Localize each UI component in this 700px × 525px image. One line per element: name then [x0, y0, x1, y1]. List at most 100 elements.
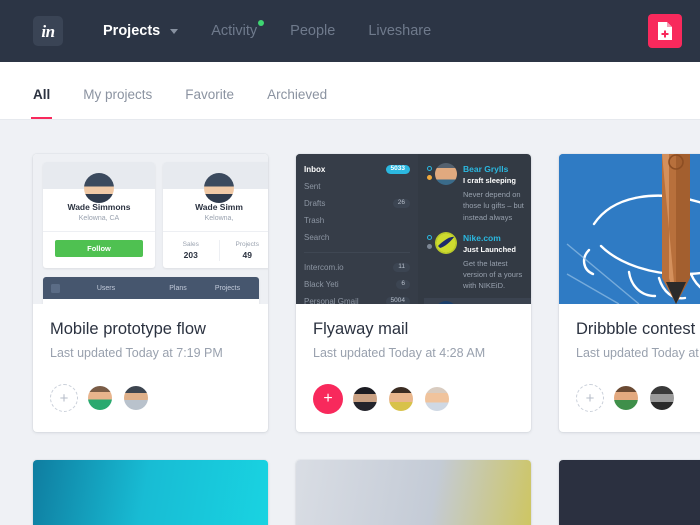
tab-my-projects[interactable]: My projects [83, 87, 152, 119]
avatar [435, 231, 457, 254]
avatar [435, 300, 457, 304]
stat-sales-label: Sales [182, 241, 199, 248]
nav-item-activity-label: Activity [211, 23, 258, 39]
mail-sender: Nike.com [463, 232, 501, 243]
tab-archieved[interactable]: Archieved [267, 87, 327, 119]
mail-status-dots [424, 163, 435, 223]
project-card-row2-3[interactable] [559, 460, 700, 525]
member-avatar[interactable] [648, 384, 676, 412]
add-member-button[interactable]: + [313, 384, 343, 414]
stat-sales-value: 203 [183, 250, 198, 260]
project-filter-tabs: All My projects Favorite Archieved [0, 62, 700, 120]
member-avatar[interactable] [86, 384, 114, 412]
mail-folder-search: Search [296, 229, 418, 246]
project-card-dribbble-contest[interactable]: Dribbble contest Last updated Today at 6… [559, 154, 700, 432]
nav-item-people[interactable]: People [290, 23, 335, 39]
project-card-mobile-prototype-flow[interactable]: Wade Simmons Kelowna, CA Follow Wade Sim… [33, 154, 268, 432]
follow-button[interactable]: Follow [55, 240, 143, 257]
mail-account-count: 5004 [385, 296, 410, 304]
project-thumbnail: Inbox 5033 Sent Drafts 26 Trash Search I… [296, 154, 531, 304]
mail-folder-label: Drafts [304, 199, 326, 208]
project-thumbnail [559, 460, 700, 525]
mail-account-count: 6 [396, 279, 410, 290]
project-members: + [50, 384, 251, 412]
project-thumbnail: Wade Simmons Kelowna, CA Follow Wade Sim… [33, 154, 268, 304]
divider [43, 231, 155, 232]
avatar [435, 163, 457, 185]
mail-account-label: Personal Gmail [304, 297, 359, 304]
member-avatar[interactable] [612, 384, 640, 412]
member-avatar[interactable] [387, 385, 415, 413]
mail-status-dots [424, 301, 435, 304]
project-card-row2-2[interactable] [296, 460, 531, 525]
mail-folder-inbox: Inbox 5033 [296, 161, 418, 178]
profile-card-b: Wade Simm Kelowna, Sales 203 Projects 49 [163, 162, 268, 268]
thumbnail-profile-cards: Wade Simmons Kelowna, CA Follow Wade Sim… [43, 162, 268, 268]
logo-text: in [41, 21, 55, 41]
mail-preview: Never depend on those lu gifts – but ins… [463, 190, 524, 222]
profile-stats: Sales 203 Projects 49 [163, 240, 268, 261]
new-document-icon [657, 22, 672, 40]
project-thumbnail [33, 460, 268, 525]
mail-account-count: 11 [393, 262, 410, 273]
mail-account-black-yeti: Black Yeti 6 [296, 276, 418, 293]
mail-folder-count: 26 [392, 198, 410, 209]
mail-folder-label: Trash [304, 216, 325, 225]
mail-status-dots [424, 232, 435, 292]
mail-sender: Bear Grylls [463, 164, 509, 174]
mail-account-label: Intercom.io [304, 263, 344, 272]
mail-message: Nike.com Just Launched Get the latest ve… [424, 229, 531, 298]
tab-favorite[interactable]: Favorite [185, 87, 234, 119]
mail-text: Wade Simm [463, 301, 531, 305]
mail-folder-label: Inbox [304, 165, 326, 174]
tab-my-projects-label: My projects [83, 87, 153, 102]
project-thumbnail [296, 460, 531, 525]
project-members: + [313, 384, 514, 414]
profile-name: Wade Simmons [67, 202, 131, 212]
project-last-updated: Last updated Today at 7:19 PM [50, 346, 223, 360]
nav-item-activity[interactable]: Activity [211, 20, 265, 39]
tab-all[interactable]: All [30, 87, 53, 119]
tab-favorite-label: Favorite [185, 87, 235, 102]
stat-sales: Sales 203 [163, 240, 220, 261]
profile-cover [43, 162, 155, 203]
project-card-row2-1[interactable] [33, 460, 268, 525]
mail-sender: Wade Simm [463, 302, 531, 305]
project-card-body: Dribbble contest Last updated Today at 6… [559, 304, 700, 430]
new-document-button[interactable] [648, 14, 682, 48]
nav-item-liveshare-label: Liveshare [368, 23, 432, 39]
project-members: + [576, 384, 700, 412]
add-member-button[interactable]: + [50, 384, 78, 412]
project-card-flyaway-mail[interactable]: Inbox 5033 Sent Drafts 26 Trash Search I… [296, 154, 531, 432]
read-dot-icon [427, 243, 432, 249]
nav-item-projects-label: Projects [103, 23, 161, 39]
project-title: Mobile prototype flow [50, 320, 206, 338]
project-grid: Wade Simmons Kelowna, CA Follow Wade Sim… [0, 120, 700, 525]
divider [304, 252, 410, 253]
unread-dot-icon [427, 166, 432, 171]
nav-item-projects[interactable]: Projects [103, 23, 160, 39]
profile-location: Kelowna, [204, 215, 234, 222]
add-member-button[interactable]: + [576, 384, 604, 412]
thumbnail-users-table: Users Plans Projects ✓ Paul Genovesse Pr… [43, 277, 259, 304]
mail-account-label: Black Yeti [304, 280, 339, 289]
project-thumbnail [559, 154, 700, 304]
member-avatar[interactable] [122, 384, 150, 412]
read-dot-icon [427, 303, 432, 304]
nav-item-liveshare[interactable]: Liveshare [368, 23, 431, 39]
invision-logo[interactable]: in [33, 16, 63, 46]
activity-notification-dot [258, 20, 265, 26]
divider [163, 231, 268, 232]
chevron-down-icon[interactable] [170, 28, 179, 34]
column-header-projects: Projects [214, 284, 241, 292]
mail-folder-trash: Trash [296, 212, 418, 229]
mail-folder-label: Search [304, 233, 330, 242]
stat-projects: Projects 49 [220, 240, 269, 261]
project-card-body: Mobile prototype flow Last updated Today… [33, 304, 268, 430]
member-avatar[interactable] [351, 385, 379, 413]
member-avatar[interactable] [423, 385, 451, 413]
mail-account-intercom: Intercom.io 11 [296, 259, 418, 276]
project-last-updated: Last updated Today at 6:12 PM [576, 346, 700, 360]
profile-cover [163, 162, 268, 203]
stat-projects-label: Projects [235, 241, 259, 248]
